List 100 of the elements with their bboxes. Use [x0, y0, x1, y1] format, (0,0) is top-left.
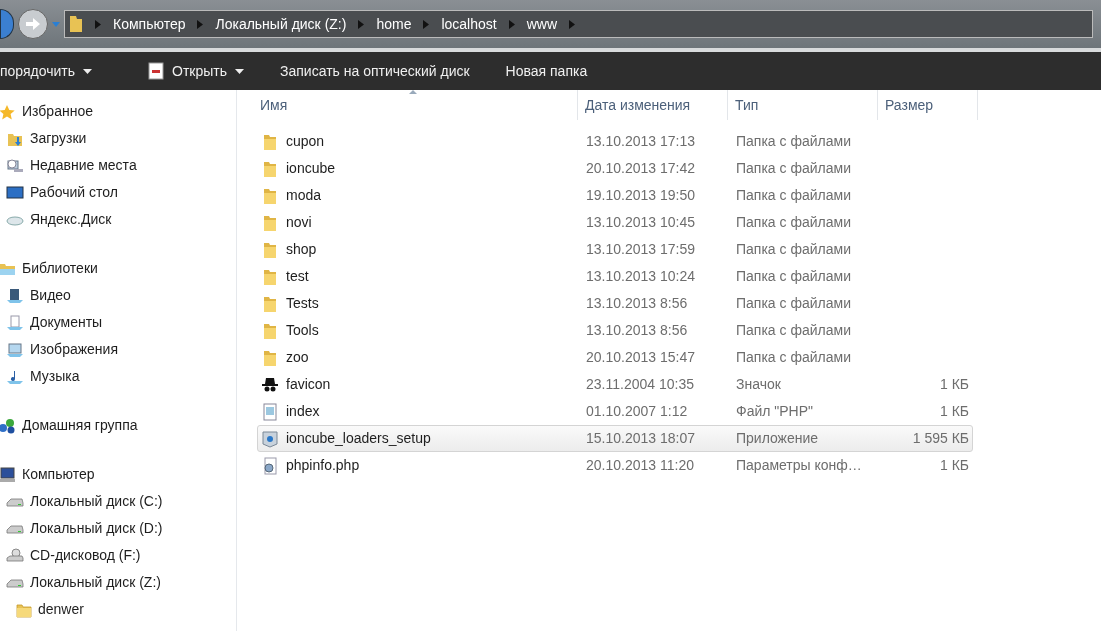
date-cell-text: 13.10.2013 10:45 — [585, 213, 696, 232]
date-cell-text: 13.10.2013 8:56 — [585, 321, 689, 340]
type-cell-text: Значок — [735, 375, 782, 394]
file-row[interactable]: zoo 20.10.2013 15:47 Папка с файлами — [257, 344, 973, 371]
folder-icon — [261, 348, 279, 367]
sidebar-item[interactable]: Недавние места — [0, 152, 236, 179]
file-name: Tests — [286, 294, 319, 313]
sidebar-item[interactable]: Локальный диск (C:) — [0, 488, 236, 515]
size-cell-text: 1 КБ — [938, 375, 969, 394]
file-name: Tools — [286, 321, 319, 340]
recent-places-icon — [6, 157, 24, 174]
sidebar-item[interactable]: Домашняя группа — [0, 412, 236, 439]
sidebar-item[interactable]: Локальный диск (Z:) — [0, 569, 236, 596]
type-cell-text: Папка с файлами — [735, 321, 852, 340]
dropdown-caret-icon — [52, 21, 60, 27]
folder-icon — [261, 159, 279, 178]
size-cell-text: 1 595 КБ — [911, 429, 969, 448]
date-cell-text: 13.10.2013 8:56 — [585, 294, 689, 313]
hat-icon — [261, 375, 279, 394]
app-window-icon — [148, 62, 165, 80]
folder-icon — [261, 321, 279, 340]
type-cell-text: Папка с файлами — [735, 186, 852, 205]
sidebar-item[interactable]: Компьютер — [0, 461, 236, 488]
sidebar-item[interactable]: Документы — [0, 309, 236, 336]
breadcrumb-item[interactable]: www — [526, 13, 558, 35]
type-cell-text: Папка с файлами — [735, 240, 852, 259]
folder-icon — [261, 267, 279, 286]
file-row[interactable]: ioncube_loaders_setup 15.10.2013 18:07 Приложение 1 595 КБ — [257, 425, 973, 452]
cd-drive-icon — [6, 547, 24, 564]
back-button[interactable] — [0, 9, 14, 39]
file-name: ioncube — [286, 159, 336, 178]
folder-icon — [261, 240, 279, 259]
size-cell-text: 1 КБ — [938, 402, 969, 421]
size-cell-text: 1 КБ — [938, 456, 969, 475]
sidebar-item[interactable]: Музыка — [0, 363, 236, 390]
chevron-icon — [95, 19, 101, 29]
column-header[interactable]: Тип — [728, 90, 878, 120]
file-name: novi — [286, 213, 312, 232]
music-library-icon — [6, 368, 24, 385]
date-cell-text: 20.10.2013 15:47 — [585, 348, 696, 367]
file-name: moda — [286, 186, 322, 205]
date-cell-text: 20.10.2013 17:42 — [585, 159, 696, 178]
toolbar-button[interactable]: Записать на оптический диск — [262, 52, 488, 90]
folder-icon — [69, 15, 83, 33]
address-bar[interactable]: Компьютер Локальный диск (Z:) home localhost www — [64, 10, 1093, 38]
sidebar-item[interactable]: Локальный диск (D:) — [0, 515, 236, 542]
file-row[interactable]: shop 13.10.2013 17:59 Папка с файлами — [257, 236, 973, 263]
folder-icon — [261, 294, 279, 313]
sidebar-item[interactable]: Рабочий стол — [0, 179, 236, 206]
toolbar-button[interactable]: порядочить — [0, 52, 131, 90]
type-cell-text: Папка с файлами — [735, 213, 852, 232]
type-cell-text: Папка с файлами — [735, 267, 852, 286]
star-icon — [0, 103, 16, 120]
sidebar-item[interactable]: Яндекс.Диск — [0, 206, 236, 233]
breadcrumb-item[interactable]: home — [376, 13, 412, 35]
type-cell-text: Приложение — [735, 429, 820, 448]
breadcrumb-item[interactable]: Локальный диск (Z:) — [215, 13, 347, 35]
date-cell-text: 20.10.2013 11:20 — [585, 456, 695, 475]
sort-arrow-icon — [409, 90, 417, 94]
breadcrumb-item[interactable]: Компьютер — [113, 13, 186, 35]
sidebar-item[interactable]: CD-дисковод (F:) — [0, 542, 236, 569]
forward-button[interactable] — [18, 9, 48, 39]
file-row[interactable]: novi 13.10.2013 10:45 Папка с файлами — [257, 209, 973, 236]
date-cell-text: 15.10.2013 18:07 — [585, 429, 696, 448]
arrow-right-icon — [26, 18, 40, 30]
column-header[interactable]: Размер — [878, 90, 978, 120]
column-header[interactable]: Дата изменения — [578, 90, 728, 120]
file-row[interactable]: cupon 13.10.2013 17:13 Папка с файлами — [257, 128, 973, 155]
sidebar-item[interactable]: Библиотеки — [0, 255, 236, 282]
file-row[interactable]: favicon 23.11.2004 10:35 Значок 1 КБ — [257, 371, 973, 398]
file-name: test — [286, 267, 309, 286]
file-row[interactable]: Tests 13.10.2013 8:56 Папка с файлами — [257, 290, 973, 317]
file-row[interactable]: moda 19.10.2013 19:50 Папка с файлами — [257, 182, 973, 209]
type-cell-text: Папка с файлами — [735, 132, 852, 151]
sidebar-item[interactable]: Избранное — [0, 98, 236, 125]
toolbar-button[interactable]: Открыть — [130, 52, 263, 90]
file-name: favicon — [286, 375, 331, 394]
file-row[interactable]: Tools 13.10.2013 8:56 Папка с файлами — [257, 317, 973, 344]
file-row[interactable]: test 13.10.2013 10:24 Папка с файлами — [257, 263, 973, 290]
computer-icon — [0, 466, 16, 483]
type-cell-text: Папка с файлами — [735, 294, 852, 313]
type-cell-text: Файл "PHP" — [735, 402, 815, 421]
homegroup-icon — [0, 417, 16, 434]
sidebar-item[interactable]: Загрузки — [0, 125, 236, 152]
chevron-icon — [358, 19, 365, 29]
date-cell-text: 13.10.2013 17:59 — [585, 240, 696, 259]
video-library-icon — [6, 287, 24, 304]
chevron-icon — [423, 19, 430, 29]
date-cell-text: 19.10.2013 19:50 — [585, 186, 696, 205]
date-cell-text: 13.10.2013 17:13 — [585, 132, 696, 151]
breadcrumb-item[interactable]: localhost — [441, 13, 497, 35]
file-row[interactable]: index 01.10.2007 1:12 Файл "PHP" 1 КБ — [257, 398, 973, 425]
file-row[interactable]: phpinfo.php 20.10.2013 11:20 Параметры конф… 1 КБ — [257, 452, 973, 479]
desktop-icon — [6, 184, 24, 201]
file-row[interactable]: ioncube 20.10.2013 17:42 Папка с файлами — [257, 155, 973, 182]
chevron-icon — [508, 19, 515, 29]
sidebar-item[interactable]: Видео — [0, 282, 236, 309]
toolbar-button[interactable]: Новая папка — [487, 52, 606, 90]
sidebar-item[interactable]: denwer — [0, 596, 236, 623]
sidebar-item[interactable]: Изображения — [0, 336, 236, 363]
